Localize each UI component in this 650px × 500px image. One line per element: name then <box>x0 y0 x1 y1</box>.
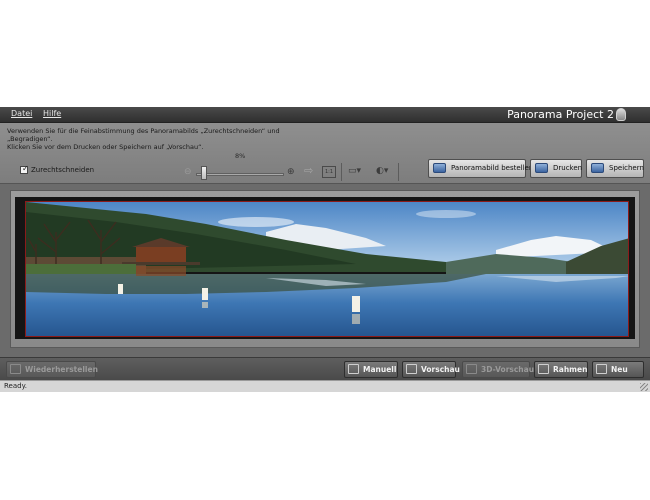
new-button[interactable]: Neu <box>592 361 644 378</box>
new-icon <box>596 364 607 374</box>
frame-button[interactable]: Rahmen <box>534 361 588 378</box>
print-label: Drucken <box>553 164 583 172</box>
panorama-canvas <box>10 190 640 348</box>
hand-icon <box>348 364 359 374</box>
crop-label: Zurechtschneiden <box>31 166 95 174</box>
printer-icon <box>535 163 548 173</box>
order-icon <box>433 163 446 173</box>
app-logo-icon <box>616 108 626 121</box>
restore-label: Wiederherstellen <box>25 365 98 374</box>
save-label: Speichern <box>609 164 644 172</box>
preview-3d-icon <box>466 364 477 374</box>
zoom-fit-button[interactable]: 1:1 <box>322 166 336 178</box>
app-title: Panorama Project 2 <box>507 108 614 121</box>
toolbar-separator <box>398 163 399 181</box>
new-label: Neu <box>611 365 628 374</box>
zoom-slider-track[interactable] <box>196 173 284 176</box>
check-icon: ✓ <box>22 164 29 173</box>
light-icon[interactable]: ◐▾ <box>376 166 388 176</box>
zoom-out-icon[interactable]: ⊖ <box>184 167 192 177</box>
print-button[interactable]: Drucken <box>530 159 582 178</box>
app-window: Datei Hilfe Panorama Project 2 Verwenden… <box>0 107 650 392</box>
panorama-image[interactable] <box>25 201 629 337</box>
preview-icon <box>406 364 417 374</box>
restore-button[interactable]: Wiederherstellen <box>6 361 98 378</box>
instruction-line-1: Verwenden Sie für die Feinabstimmung des… <box>7 127 280 135</box>
menu-hilfe[interactable]: Hilfe <box>43 109 61 118</box>
arrow-right-icon[interactable]: ⇨ <box>304 165 313 176</box>
zoom-in-icon[interactable]: ⊕ <box>287 167 295 177</box>
restore-icon <box>10 364 21 374</box>
zoom-percent: 8% <box>235 152 246 160</box>
order-panorama-button[interactable]: Panoramabild bestellen <box>428 159 533 178</box>
preview-label: Vorschau <box>421 365 460 374</box>
frame-icon <box>538 364 549 374</box>
status-bar: Ready. <box>0 380 650 392</box>
title-menu-bar: Datei Hilfe Panorama Project 2 <box>0 107 650 123</box>
preview-button[interactable]: Vorschau <box>402 361 460 378</box>
panorama-photo <box>26 202 628 336</box>
crop-checkbox[interactable]: ✓ <box>20 164 29 174</box>
zoom-slider-thumb[interactable] <box>201 166 207 180</box>
save-button[interactable]: Speichern <box>586 159 644 178</box>
toolbar-separator <box>341 163 342 181</box>
instruction-line-3: Klicken Sie vor dem Drucken oder Speiche… <box>7 143 204 151</box>
preview-3d-label: 3D-Vorschau <box>481 365 535 374</box>
status-text: Ready. <box>4 382 27 390</box>
manual-label: Manuell <box>363 365 397 374</box>
save-icon <box>591 163 604 173</box>
preview-3d-button[interactable]: 3D-Vorschau <box>462 361 534 378</box>
bottom-toolbar: Wiederherstellen Manuell Vorschau 3D-Vor… <box>0 357 650 380</box>
menu-datei[interactable]: Datei <box>11 109 32 118</box>
resize-grip-icon[interactable] <box>640 383 648 391</box>
camera-icon[interactable]: ▭▾ <box>348 166 361 176</box>
instruction-line-2: „Begradigen“. <box>7 135 53 143</box>
manual-button[interactable]: Manuell <box>344 361 398 378</box>
order-panorama-label: Panoramabild bestellen <box>451 164 534 172</box>
frame-label: Rahmen <box>553 365 588 374</box>
